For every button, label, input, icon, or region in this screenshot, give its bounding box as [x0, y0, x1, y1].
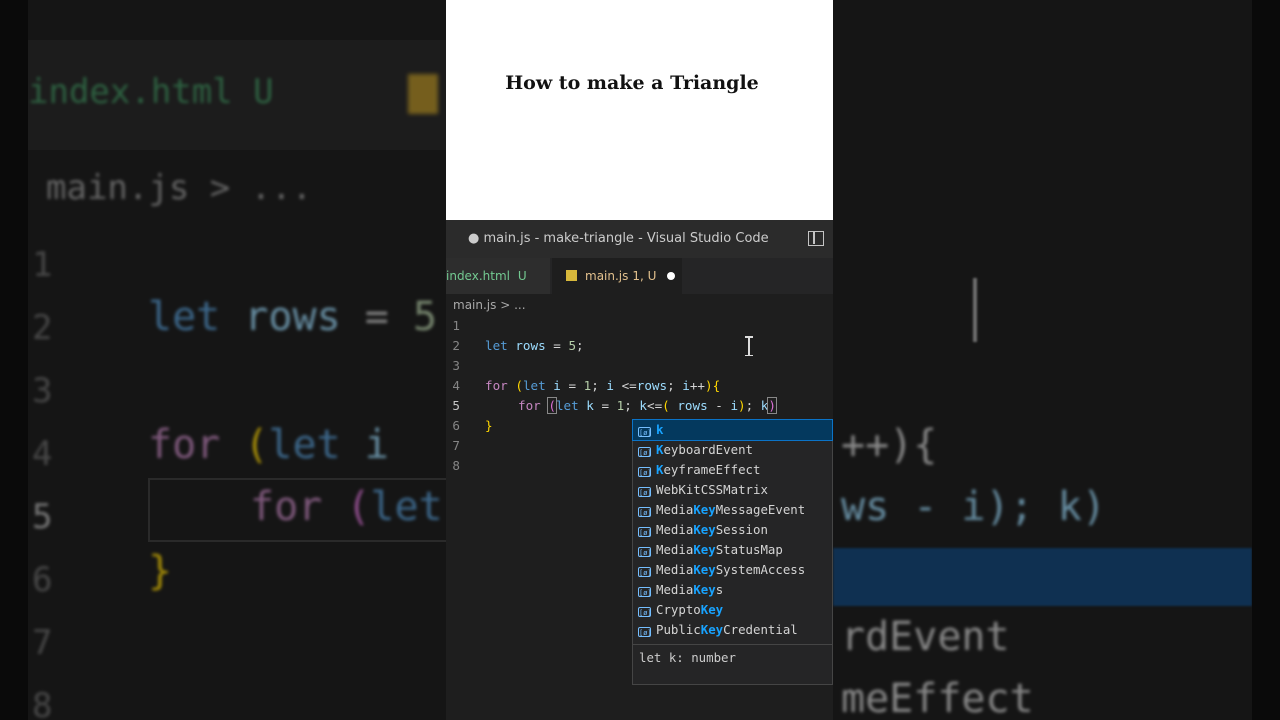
suggestion-item[interactable]: [ø] WebKitCSSMatrix [633, 480, 832, 500]
line-number-active: 5 [452, 398, 460, 413]
editor-tabs: index.html U main.js 1, U [446, 258, 833, 294]
line-number: 2 [452, 338, 460, 353]
backdrop-tab-label: index.html U [28, 72, 274, 112]
backdrop-js-icon [408, 74, 438, 114]
variable-icon: [ø] [638, 447, 652, 457]
variable-icon: [ø] [638, 607, 652, 617]
toggle-panel-icon[interactable] [808, 231, 824, 246]
variable-icon: [ø] [638, 547, 652, 557]
backdrop-code-for: for (let i [148, 422, 389, 468]
backdrop-brace: } [148, 548, 173, 594]
backdrop-text-cursor [973, 278, 977, 342]
suggestion-detail: let k: number [633, 644, 832, 684]
backdrop-right-suggest2: meEffect [841, 676, 1034, 720]
suggestion-item[interactable]: [ø] MediaKeyStatusMap [633, 540, 832, 560]
variable-icon: [ø] [638, 487, 652, 497]
suggestion-item[interactable]: [ø] KeyframeEffect [633, 460, 832, 480]
backdrop-code-let: let rows = 5 [148, 294, 438, 340]
backdrop-code-for2: for (let [250, 484, 443, 530]
backdrop-edge-right [1252, 0, 1280, 720]
line-number: 7 [452, 438, 460, 453]
backdrop-right: ++){ ws - i); k) rdEvent meEffect [833, 0, 1252, 720]
suggestion-item[interactable]: [ø] KeyboardEvent [633, 440, 832, 460]
suggestion-item[interactable]: [ø] CryptoKey [633, 600, 832, 620]
browser-preview: How to make a Triangle [446, 0, 833, 220]
variable-icon: [ø] [638, 427, 652, 437]
autocomplete-suggestions[interactable]: [ø] k [ø] KeyboardEvent [ø] KeyframeEffect … [632, 419, 833, 685]
variable-icon: [ø] [638, 587, 652, 597]
tab-status: U [517, 269, 527, 283]
backdrop-line-numbers: 1 2 3 4 5 6 7 8 [32, 245, 53, 720]
tab-status: 1, U [632, 269, 657, 283]
page-heading: How to make a Triangle [505, 72, 759, 94]
backdrop-breadcrumb: main.js > ... [46, 168, 313, 208]
backdrop-edge-left [0, 0, 28, 720]
backdrop-right-suggest1: rdEvent [841, 614, 1010, 660]
variable-icon: [ø] [638, 567, 652, 577]
javascript-file-icon [566, 270, 577, 281]
unsaved-dot-icon[interactable] [667, 272, 676, 280]
line-number: 6 [452, 418, 460, 433]
line-number: 4 [452, 378, 460, 393]
tab-label: index.html [446, 269, 510, 283]
tab-index-html[interactable]: index.html U [446, 258, 550, 294]
screen-frame: How to make a Triangle ● main.js - make-… [446, 0, 833, 720]
suggestion-item[interactable]: [ø] MediaKeys [633, 580, 832, 600]
vscode-titlebar: ● main.js - make-triangle - Visual Studi… [446, 220, 833, 258]
code-line-2: let rows = 5; [485, 338, 584, 353]
variable-icon: [ø] [638, 627, 652, 637]
breadcrumb[interactable]: main.js > ... [453, 298, 526, 312]
backdrop-right-code2: ws - i); k) [841, 484, 1106, 530]
suggestion-item[interactable]: [ø] PublicKeyCredential [633, 620, 832, 640]
mouse-text-cursor-icon [745, 336, 753, 356]
suggestion-item[interactable]: [ø] MediaKeyMessageEvent [633, 500, 832, 520]
variable-icon: [ø] [638, 527, 652, 537]
backdrop-right-code1: ++){ [841, 422, 938, 468]
variable-icon: [ø] [638, 467, 652, 477]
suggestion-item[interactable]: [ø] MediaKeySession [633, 520, 832, 540]
tab-label: main.js [585, 269, 629, 283]
suggestion-item[interactable]: [ø] MediaKeySystemAccess [633, 560, 832, 580]
code-line-5: for (let k = 1; k<=( rows - i); k) [518, 397, 777, 414]
code-line-6: } [485, 418, 493, 433]
window-title: ● main.js - make-triangle - Visual Studi… [468, 231, 769, 246]
tab-main-js[interactable]: main.js 1, U [552, 258, 682, 294]
backdrop-selection [833, 548, 1252, 606]
variable-icon: [ø] [638, 507, 652, 517]
suggestion-item[interactable]: [ø] k [632, 419, 833, 441]
line-number: 3 [452, 358, 460, 373]
code-line-4: for (let i = 1; i <=rows; i++){ [485, 378, 721, 393]
line-number: 1 [452, 318, 460, 333]
backdrop-left: index.html U main.js > ... 1 2 3 4 5 6 7… [28, 0, 446, 720]
line-number: 8 [452, 458, 460, 473]
